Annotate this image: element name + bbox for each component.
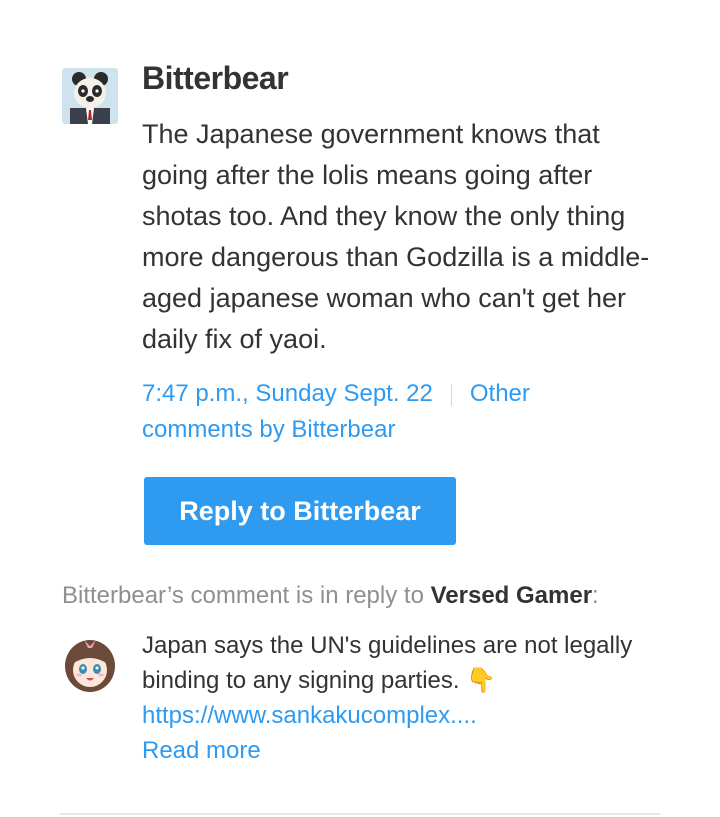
comment-text: The Japanese government knows that going… [142, 119, 650, 354]
comment-timestamp[interactable]: 7:47 p.m., Sunday Sept. 22 [142, 380, 433, 407]
parent-comment-link[interactable]: https://www.sankakucomplex.... [142, 698, 682, 733]
meta-separator [450, 383, 452, 406]
in-reply-prefix: Bitterbear’s comment is in reply to [62, 582, 431, 609]
read-more-link[interactable]: Read more [142, 733, 682, 768]
in-reply-suffix: : [592, 582, 599, 609]
reply-button[interactable]: Reply to Bitterbear [144, 477, 456, 545]
comment-meta: 7:47 p.m., Sunday Sept. 22 Other comments… [142, 376, 642, 448]
divider [60, 813, 660, 815]
panda-avatar-icon[interactable] [62, 68, 118, 124]
comment-author[interactable]: Bitterbear [142, 60, 289, 97]
anime-girl-avatar-icon[interactable] [62, 636, 118, 692]
parent-comment: Japan says the UN's guidelines are not l… [142, 628, 682, 768]
parent-comment-text: Japan says the UN's guidelines are not l… [142, 632, 633, 694]
in-reply-to-line: Bitterbear’s comment is in reply to Vers… [62, 578, 599, 614]
reply-target-author[interactable]: Versed Gamer [431, 582, 592, 609]
